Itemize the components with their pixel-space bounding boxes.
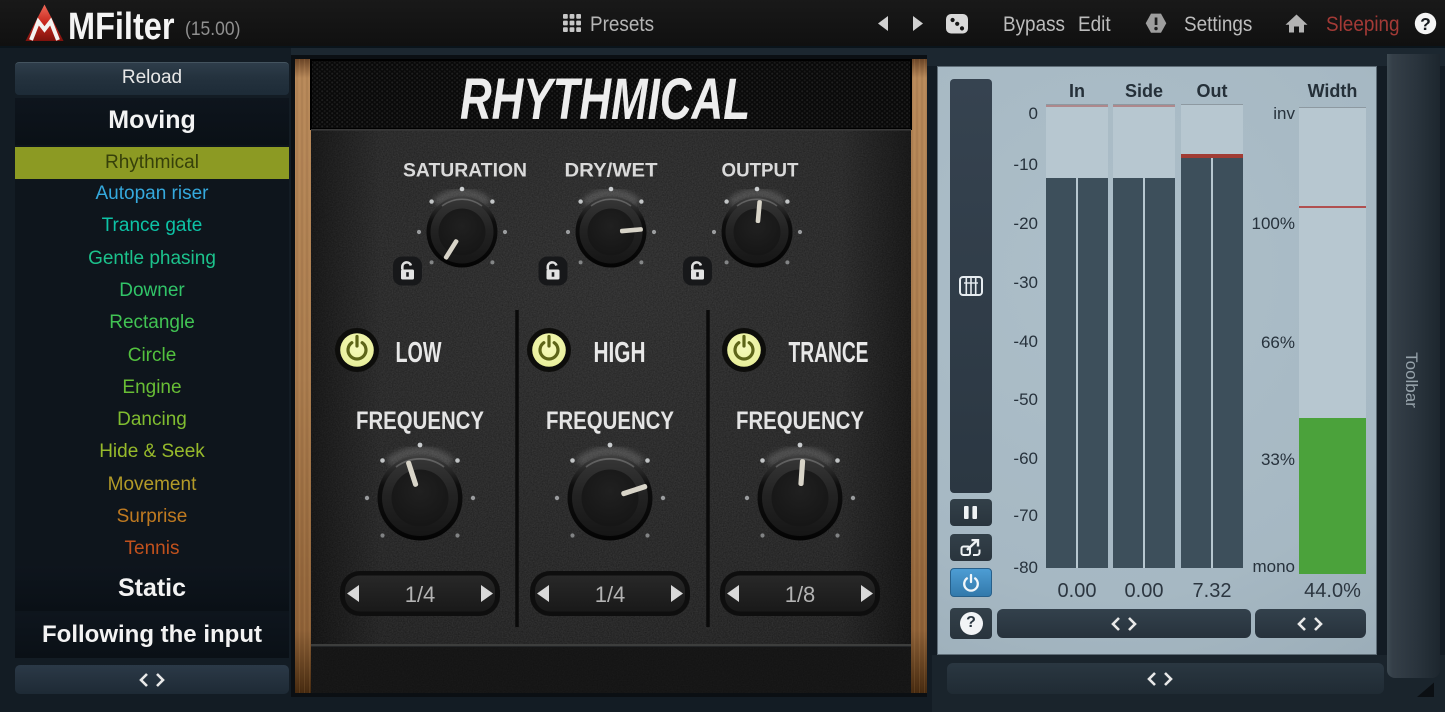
svg-text:SATURATION: SATURATION (403, 160, 527, 182)
svg-text:DRY/WET: DRY/WET (565, 160, 658, 182)
svg-text:OUTPUT: OUTPUT (722, 160, 799, 182)
svg-text:?: ? (1420, 14, 1431, 34)
svg-text:1/4: 1/4 (405, 582, 436, 607)
svg-text:FREQUENCY: FREQUENCY (356, 407, 484, 435)
svg-text:HIGH: HIGH (594, 337, 646, 369)
svg-text:RHYTHMICAL: RHYTHMICAL (460, 67, 750, 132)
svg-text:FREQUENCY: FREQUENCY (546, 407, 674, 435)
svg-text:TRANCE: TRANCE (789, 337, 869, 369)
svg-text:1/4: 1/4 (595, 582, 626, 607)
svg-text:FREQUENCY: FREQUENCY (736, 407, 864, 435)
svg-text:1/8: 1/8 (785, 582, 816, 607)
svg-text:LOW: LOW (396, 337, 442, 369)
